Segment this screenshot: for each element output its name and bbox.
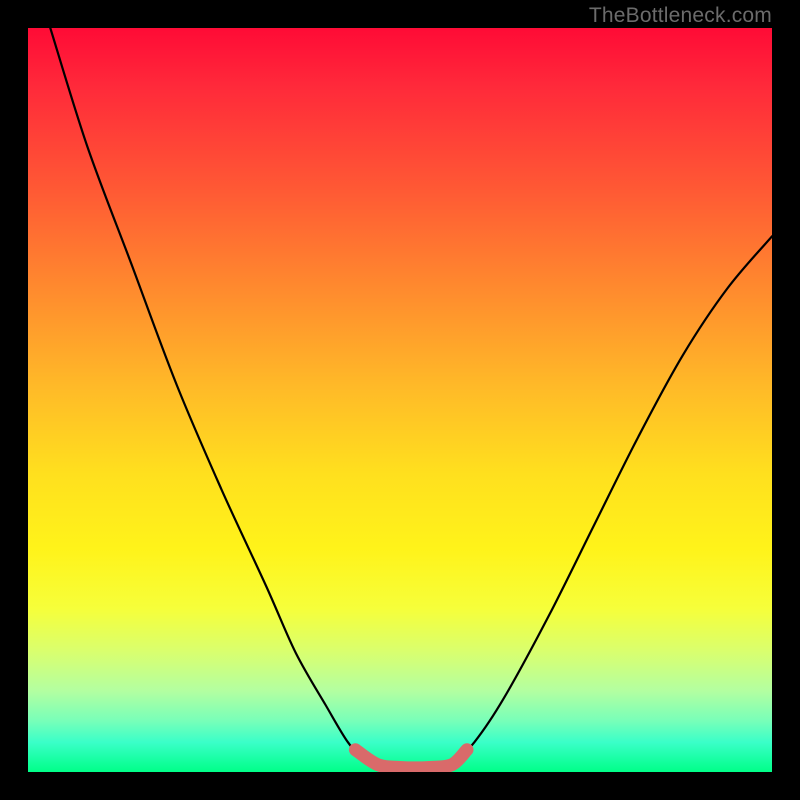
curve-layer (28, 28, 772, 772)
highlight-segment (355, 750, 467, 768)
left-curve (50, 28, 377, 765)
right-curve (452, 236, 772, 764)
chart-frame: TheBottleneck.com (0, 0, 800, 800)
watermark-text: TheBottleneck.com (589, 4, 772, 28)
plot-area (28, 28, 772, 772)
